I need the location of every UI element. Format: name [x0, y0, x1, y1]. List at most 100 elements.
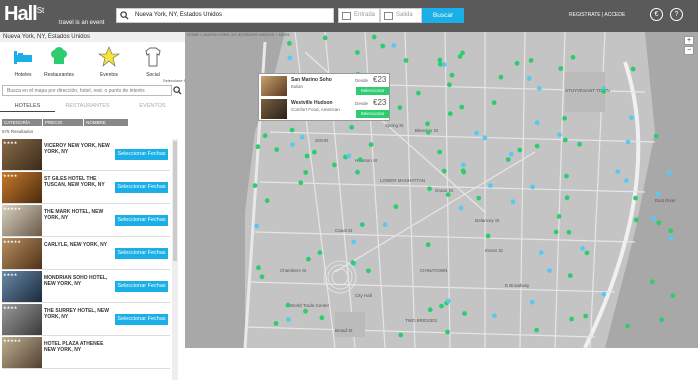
map-marker[interactable]	[553, 229, 559, 235]
map-search-input[interactable]: Busca en el mapa por dirección, hotel, r…	[2, 85, 172, 96]
map-marker[interactable]	[601, 291, 607, 297]
map-marker[interactable]	[355, 169, 360, 175]
map-marker[interactable]	[474, 130, 479, 136]
map-marker[interactable]	[449, 72, 455, 78]
map-marker[interactable]	[332, 162, 337, 168]
map-marker[interactable]	[583, 313, 589, 319]
select-dates-button[interactable]: Seleccionar Fechas	[115, 281, 168, 292]
hotel-row[interactable]: ★★★★ THE SURREY HOTEL, NEW YORK, NY Sele…	[2, 304, 170, 336]
map-marker[interactable]	[355, 50, 360, 55]
map-marker[interactable]	[457, 54, 463, 59]
filter-price[interactable]: PRECIO	[43, 119, 83, 126]
map-marker[interactable]	[371, 34, 377, 40]
map-marker[interactable]	[366, 268, 371, 274]
map-marker[interactable]	[556, 214, 562, 219]
checkout-field[interactable]: Salida	[380, 8, 422, 23]
map-marker[interactable]	[259, 274, 265, 280]
map-marker[interactable]	[534, 120, 540, 126]
map-marker[interactable]	[498, 74, 504, 80]
map-marker[interactable]	[538, 250, 544, 256]
map-marker[interactable]	[491, 100, 497, 106]
map-marker[interactable]	[528, 58, 534, 63]
map-marker[interactable]	[547, 268, 552, 273]
map-marker[interactable]	[397, 105, 403, 111]
map-marker[interactable]	[649, 279, 655, 285]
help-button[interactable]: ?	[670, 8, 683, 21]
map-marker[interactable]	[476, 195, 482, 201]
map-marker[interactable]	[508, 151, 514, 157]
map-marker[interactable]	[447, 111, 453, 117]
map-marker[interactable]	[510, 199, 516, 205]
map-marker[interactable]	[254, 223, 259, 229]
map-marker[interactable]	[564, 173, 569, 179]
map-marker[interactable]	[633, 217, 639, 223]
map-marker[interactable]	[437, 61, 443, 67]
tab-restaurants[interactable]: RESTAURANTES	[55, 100, 120, 112]
category-social[interactable]: Social	[138, 46, 168, 78]
map-marker[interactable]	[536, 86, 542, 91]
map-marker[interactable]	[427, 186, 432, 192]
map-marker[interactable]	[629, 115, 634, 121]
map-marker[interactable]	[439, 303, 444, 309]
category-hotels[interactable]: Hoteles	[8, 46, 38, 78]
filter-name[interactable]: NOMBRE	[84, 119, 128, 126]
destination-search[interactable]: Nueva York, NY, Estados Unidos	[116, 8, 334, 23]
map-marker[interactable]	[492, 313, 497, 319]
map-marker[interactable]	[514, 60, 520, 66]
map-marker[interactable]	[567, 273, 573, 278]
map-marker[interactable]	[416, 90, 421, 96]
map-marker[interactable]	[656, 220, 662, 226]
map-marker[interactable]	[584, 250, 590, 256]
select-dates-button[interactable]: Seleccionar Fechas	[115, 314, 168, 325]
map-marker[interactable]	[447, 82, 452, 88]
map-marker[interactable]	[529, 299, 535, 305]
map-marker[interactable]	[351, 239, 357, 245]
map-marker[interactable]	[651, 216, 656, 222]
map-marker[interactable]	[312, 149, 317, 155]
map-marker[interactable]	[580, 246, 585, 251]
tab-events[interactable]: EVENTOS	[120, 100, 185, 112]
map-marker[interactable]	[303, 308, 308, 314]
category-events[interactable]: Eventos	[94, 46, 124, 78]
map-marker[interactable]	[393, 204, 399, 210]
map-marker[interactable]	[298, 180, 304, 186]
search-icon[interactable]	[173, 86, 182, 95]
map-marker[interactable]	[403, 58, 409, 63]
hotel-row[interactable]: ★★★★★ HOTEL PLAZA ATHENEE NEW YORK, NY	[2, 337, 170, 369]
map-marker[interactable]	[653, 133, 659, 139]
map-marker[interactable]	[459, 104, 465, 110]
map-marker[interactable]	[322, 35, 328, 41]
map-marker[interactable]	[286, 317, 291, 322]
map-marker[interactable]	[290, 142, 295, 147]
popup-item[interactable]: San Marino Soho Italian Desde €23 Selecc…	[261, 75, 389, 97]
map-marker[interactable]	[526, 76, 532, 81]
select-dates-button[interactable]: Seleccionar Fechas	[115, 215, 168, 226]
search-button[interactable]: Buscar	[422, 8, 464, 23]
map-marker[interactable]	[534, 327, 539, 333]
map-marker[interactable]	[630, 66, 636, 72]
hotel-row[interactable]: ★★★★ MONDRIAN SOHO HOTEL, NEW YORK, NY S…	[2, 271, 170, 303]
map-marker[interactable]	[303, 170, 309, 175]
select-dates-button[interactable]: Seleccionar Fechas	[115, 248, 168, 259]
currency-button[interactable]: €	[650, 8, 663, 21]
map-marker[interactable]	[534, 143, 540, 149]
map-marker[interactable]	[461, 162, 466, 168]
map-marker[interactable]	[482, 135, 488, 141]
scrollbar-thumb[interactable]	[173, 141, 177, 261]
map-marker[interactable]	[670, 293, 676, 299]
map-marker[interactable]	[666, 170, 672, 176]
map-marker[interactable]	[357, 157, 363, 162]
map-marker[interactable]	[566, 229, 572, 235]
map-marker[interactable]	[517, 147, 523, 153]
map-marker[interactable]	[256, 265, 261, 271]
map-marker[interactable]	[319, 315, 325, 321]
auth-links[interactable]: REGISTRATE | ACCEDE	[569, 12, 625, 18]
map-marker[interactable]	[306, 256, 311, 262]
map-marker[interactable]	[623, 178, 629, 184]
map-marker[interactable]	[350, 260, 356, 266]
map-marker[interactable]	[380, 43, 386, 49]
select-dates-button[interactable]: Seleccionar Fechas	[115, 182, 168, 193]
popup-select-button[interactable]: Seleccionar	[356, 110, 389, 118]
map-marker[interactable]	[458, 205, 464, 211]
hotel-row[interactable]: ★★★★★ THE MARK HOTEL, NEW YORK, NY Selec…	[2, 205, 170, 237]
